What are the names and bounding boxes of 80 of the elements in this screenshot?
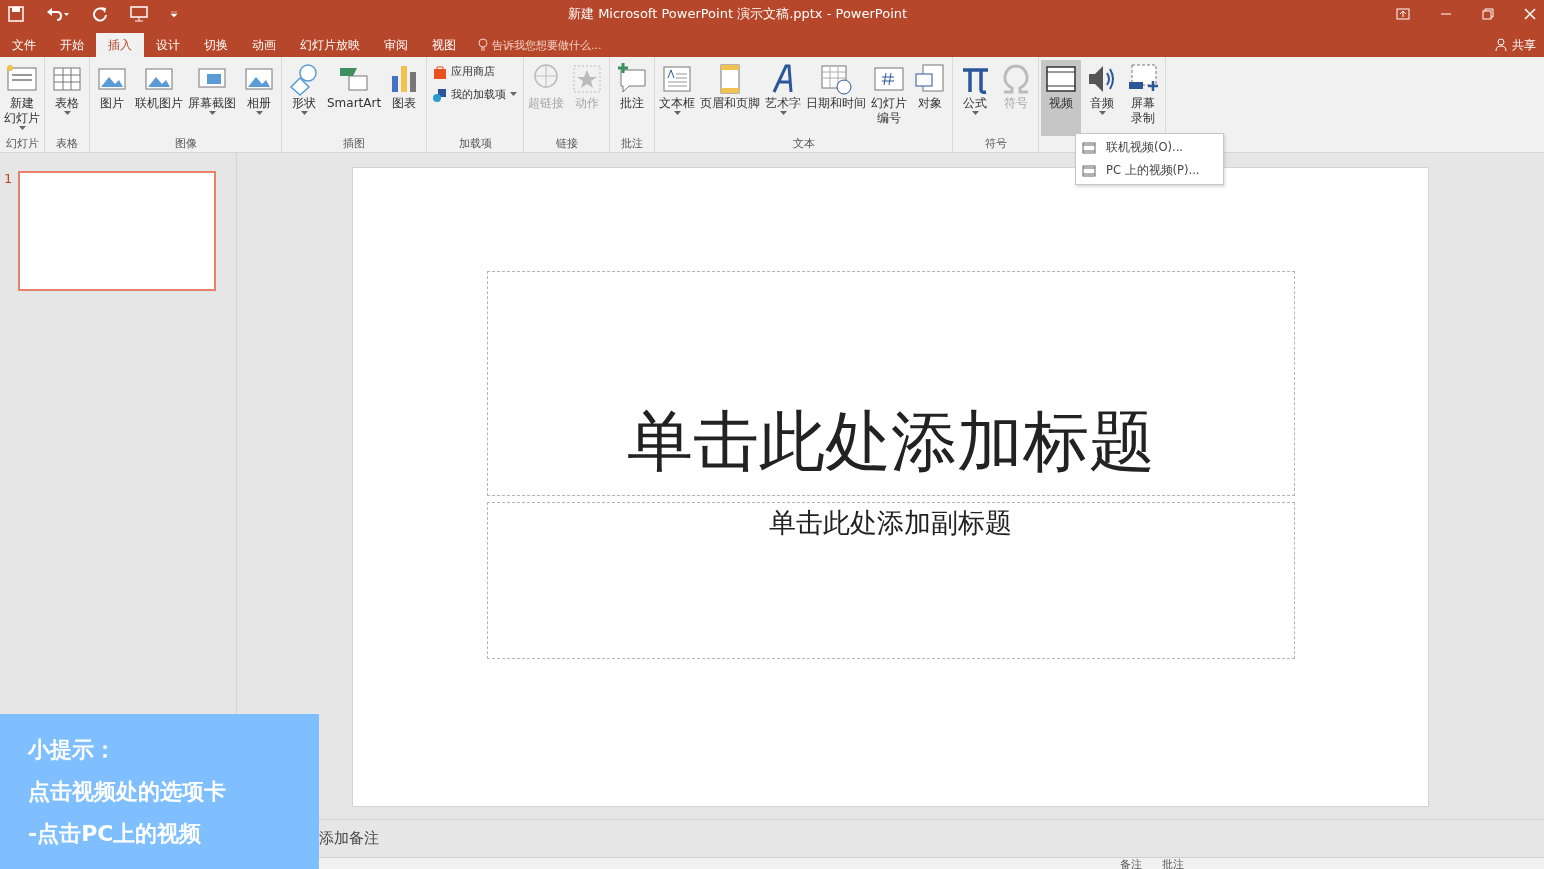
group-label: 文本 — [791, 136, 816, 152]
ribbon-button[interactable]: 公式 — [955, 60, 996, 136]
caret-icon — [779, 111, 787, 116]
ribbon-button[interactable]: 视频 — [1041, 60, 1082, 136]
share-button[interactable]: 共享 — [1487, 33, 1544, 57]
ribbon-tab[interactable]: 幻灯片放映 — [288, 33, 372, 57]
ribbon-tab[interactable]: 文件 — [0, 33, 48, 57]
ribbon-button[interactable]: 屏幕截图 — [186, 60, 238, 136]
ribbon-tab[interactable]: 视图 — [420, 33, 468, 57]
group-label: 幻灯片 — [4, 136, 40, 152]
caret-icon — [208, 111, 216, 116]
caret-icon — [63, 111, 71, 116]
ribbon-button[interactable]: 新建 幻灯片 — [2, 60, 42, 136]
ribbon-button[interactable]: 表格 — [47, 60, 87, 136]
menu-item[interactable]: 联机视频(O)... — [1076, 136, 1223, 159]
group-label: 图像 — [173, 136, 198, 152]
group-label: 批注 — [620, 136, 645, 152]
store-bag-icon — [433, 64, 448, 79]
ribbon-button[interactable]: 对象 — [910, 60, 951, 136]
ribbon-tab[interactable]: 审阅 — [372, 33, 420, 57]
group-label: 符号 — [983, 136, 1008, 152]
ribbon-button[interactable]: 页眉和页脚 — [698, 60, 763, 136]
ribbon-button[interactable]: 幻灯片 编号 — [869, 60, 910, 136]
calendar-icon — [819, 62, 854, 96]
ribbon-button[interactable]: 图表 — [384, 60, 425, 136]
ribbon-button[interactable]: 批注 — [612, 60, 653, 136]
customize-caret-icon[interactable] — [170, 10, 178, 18]
ribbon-button[interactable]: 艺术字 — [763, 60, 804, 136]
tip-text: -点击PC上的视频 — [28, 819, 203, 848]
lightbulb-icon — [478, 38, 488, 52]
menu-item[interactable]: PC 上的视频(P)... — [1076, 159, 1223, 182]
tip-text: 点击视频处的选项卡 — [28, 777, 227, 806]
group-label: 插图 — [342, 136, 367, 152]
save-icon[interactable] — [8, 6, 24, 22]
notes-placeholder[interactable]: 添加备注 — [319, 829, 379, 848]
tell-me-field[interactable]: 告诉我您想要做什么... — [492, 37, 602, 53]
ribbon-button[interactable]: 屏幕 录制 — [1123, 60, 1164, 136]
group-label: 表格 — [55, 136, 79, 152]
ribbon-button[interactable]: 联机图片 — [133, 60, 185, 136]
group-label: 加载项 — [457, 136, 493, 152]
ribbon-tab[interactable]: 插入 — [96, 33, 144, 57]
tip-text: 小提示： — [28, 735, 117, 764]
video-icon — [1082, 141, 1096, 154]
ribbon-display-icon[interactable] — [1396, 8, 1410, 20]
caret-icon — [971, 111, 979, 116]
caret-icon — [510, 92, 518, 97]
ribbon-button[interactable]: 图片 — [92, 60, 132, 136]
undo-icon[interactable] — [46, 6, 70, 22]
subtitle-placeholder[interactable]: 单击此处添加副标题 — [486, 502, 1295, 659]
caret-icon — [18, 126, 26, 131]
caret-icon — [255, 111, 263, 116]
ribbon-small-button[interactable]: 应用商店 — [429, 60, 522, 83]
restore-icon[interactable] — [1482, 8, 1494, 20]
ribbon-small-button[interactable]: 我的加载项 — [429, 83, 522, 106]
ribbon-tab[interactable]: 动画 — [240, 33, 288, 57]
redo-icon[interactable] — [92, 6, 108, 22]
ribbon-tab[interactable]: 开始 — [48, 33, 96, 57]
ribbon-button[interactable]: 相册 — [239, 60, 279, 136]
presentation-icon[interactable] — [130, 6, 148, 22]
slide-thumbnail[interactable] — [18, 171, 217, 291]
window-title: 新建 Microsoft PowerPoint 演示文稿.pptx - PowerPoint — [568, 5, 909, 23]
status-button[interactable]: 备注 — [1120, 858, 1142, 869]
video-icon — [1082, 164, 1096, 177]
ribbon-button[interactable]: 日期和时间 — [804, 60, 869, 136]
close-icon[interactable] — [1524, 8, 1536, 20]
slide-number: 1 — [4, 171, 13, 188]
ribbon-button[interactable]: 文本框 — [657, 60, 698, 136]
ribbon-tab[interactable]: 切换 — [192, 33, 240, 57]
title-placeholder[interactable]: 单击此处添加标题 — [486, 271, 1295, 496]
ribbon-button[interactable]: 音频 — [1082, 60, 1123, 136]
ribbon-button[interactable]: 形状 — [284, 60, 324, 136]
addin-icon — [433, 87, 448, 102]
ribbon-button[interactable]: SmartArt — [325, 60, 384, 136]
person-icon — [1495, 38, 1509, 52]
group-label: 链接 — [554, 136, 579, 152]
caret-icon — [673, 111, 681, 116]
caret-icon — [300, 111, 308, 116]
caret-icon — [1098, 111, 1106, 116]
status-button[interactable]: 批注 — [1162, 858, 1184, 869]
ribbon-tab[interactable]: 设计 — [144, 33, 192, 57]
